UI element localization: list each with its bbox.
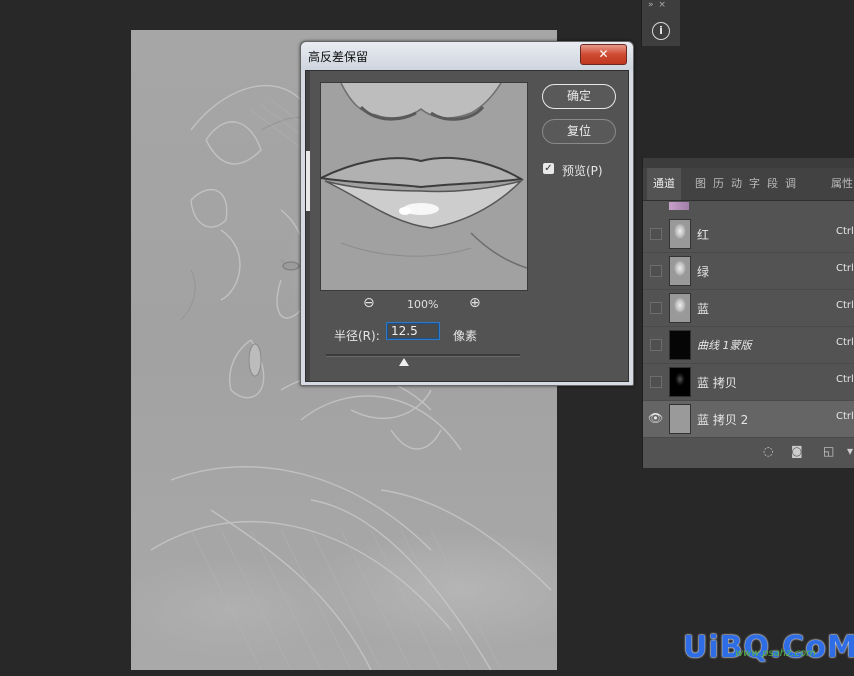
- dialog-title: 高反差保留: [308, 50, 369, 64]
- channel-name: 蓝 拷贝: [697, 376, 737, 390]
- zoom-controls: ⊖ 100% ⊕: [320, 295, 526, 315]
- preview-art: [321, 83, 527, 290]
- info-icon[interactable]: i: [652, 22, 670, 40]
- tab-paragraph[interactable]: 段: [767, 168, 778, 200]
- channel-shortcut: Ctrl+3: [836, 226, 854, 237]
- tab-adjustments[interactable]: 调: [785, 168, 796, 200]
- tab-history[interactable]: 历: [713, 168, 724, 200]
- scrollbar-thumb[interactable]: [306, 151, 310, 211]
- checkbox-check-icon[interactable]: ✓: [543, 163, 554, 174]
- channel-name: 绿: [697, 265, 710, 279]
- unit-label: 像素: [453, 329, 478, 343]
- dialog-titlebar[interactable]: 高反差保留 ✕: [301, 42, 633, 70]
- visibility-toggle[interactable]: [650, 302, 662, 314]
- radius-input[interactable]: [386, 322, 440, 340]
- new-channel-icon[interactable]: ◱: [823, 444, 834, 458]
- channel-name: 蓝: [697, 302, 710, 316]
- close-icon: ✕: [598, 47, 609, 61]
- tab-actions[interactable]: 动: [731, 168, 742, 200]
- channels-panel: 通道 图 历 动 字 段 调 属性 红 Ctrl+3 绿 Ctrl+4 蓝 Ct…: [642, 158, 854, 468]
- scrollbar[interactable]: [306, 71, 310, 381]
- radius-slider-track[interactable]: [326, 354, 520, 357]
- channel-row-red[interactable]: 红 Ctrl+3: [643, 216, 854, 253]
- preview-checkbox[interactable]: ✓ 预览(P): [542, 161, 622, 179]
- channel-shortcut: Ctrl+8: [836, 411, 854, 422]
- channel-shortcut: Ctrl+4: [836, 263, 854, 274]
- filter-preview[interactable]: [320, 82, 528, 291]
- channel-name: 蓝 拷贝 2: [697, 413, 749, 427]
- delete-icon[interactable]: ▾: [847, 444, 853, 458]
- load-selection-icon[interactable]: ◌: [763, 444, 773, 458]
- tab-character[interactable]: 字: [749, 168, 760, 200]
- channel-row-blue-copy[interactable]: 蓝 拷贝 Ctrl+7: [643, 364, 854, 401]
- panel-tabs: 通道 图 历 动 字 段 调 属性: [643, 168, 854, 201]
- rgb-thumbnail: [669, 202, 689, 210]
- watermark-url: www.psahz.com: [735, 648, 816, 659]
- panel-topbar[interactable]: [643, 158, 854, 168]
- zoom-level: 100%: [407, 298, 439, 311]
- ok-button[interactable]: 确定: [542, 84, 616, 109]
- channel-shortcut: Ctrl+7: [836, 374, 854, 385]
- channel-thumbnail: [669, 219, 691, 249]
- channel-row-curves-mask[interactable]: 曲线 1蒙版 Ctrl+6: [643, 327, 854, 364]
- channel-name: 红: [697, 228, 710, 242]
- channel-name: 曲线 1蒙版: [697, 339, 752, 352]
- channel-shortcut: Ctrl+5: [836, 300, 854, 311]
- channel-row-blue-copy-2[interactable]: 👁 蓝 拷贝 2 Ctrl+8: [643, 401, 854, 438]
- visibility-toggle[interactable]: [650, 339, 662, 351]
- channels-bottom-bar: ◌ ◙ ◱ ▾: [643, 438, 854, 464]
- zoom-in-icon[interactable]: ⊕: [469, 295, 481, 311]
- tab-channels[interactable]: 通道: [647, 168, 681, 200]
- channel-row-blue[interactable]: 蓝 Ctrl+5: [643, 290, 854, 327]
- high-pass-dialog: 高反差保留 ✕ ⊖ 100% ⊕ 半径(R): 12.5 像素 确定 复位 ✓ …: [300, 41, 634, 386]
- preview-label: 预览(P): [562, 164, 603, 178]
- dialog-body: ⊖ 100% ⊕ 半径(R): 像素 确定 复位 ✓ 预览(P): [305, 70, 629, 382]
- tab-layers[interactable]: 图: [695, 168, 706, 200]
- save-selection-icon[interactable]: ◙: [791, 444, 803, 458]
- close-button[interactable]: ✕: [580, 44, 627, 65]
- channel-thumbnail: [669, 256, 691, 286]
- visibility-toggle[interactable]: [650, 265, 662, 277]
- eye-icon[interactable]: 👁: [648, 411, 663, 425]
- panel-grip[interactable]: » ×: [648, 0, 667, 10]
- channel-row-green[interactable]: 绿 Ctrl+4: [643, 253, 854, 290]
- channel-thumbnail: [669, 367, 691, 397]
- channel-shortcut: Ctrl+6: [836, 337, 854, 348]
- zoom-out-icon[interactable]: ⊖: [363, 295, 375, 311]
- radius-label: 半径(R):: [334, 329, 380, 343]
- info-mini-panel: » × i: [641, 0, 680, 46]
- channel-thumbnail: [669, 293, 691, 323]
- channel-thumbnail: [669, 404, 691, 434]
- visibility-toggle[interactable]: [650, 376, 662, 388]
- channel-thumbnail: [669, 330, 691, 360]
- reset-button[interactable]: 复位: [542, 119, 616, 144]
- radius-slider-thumb[interactable]: [398, 358, 409, 366]
- tab-properties[interactable]: 属性: [831, 168, 853, 200]
- visibility-toggle[interactable]: [650, 228, 662, 240]
